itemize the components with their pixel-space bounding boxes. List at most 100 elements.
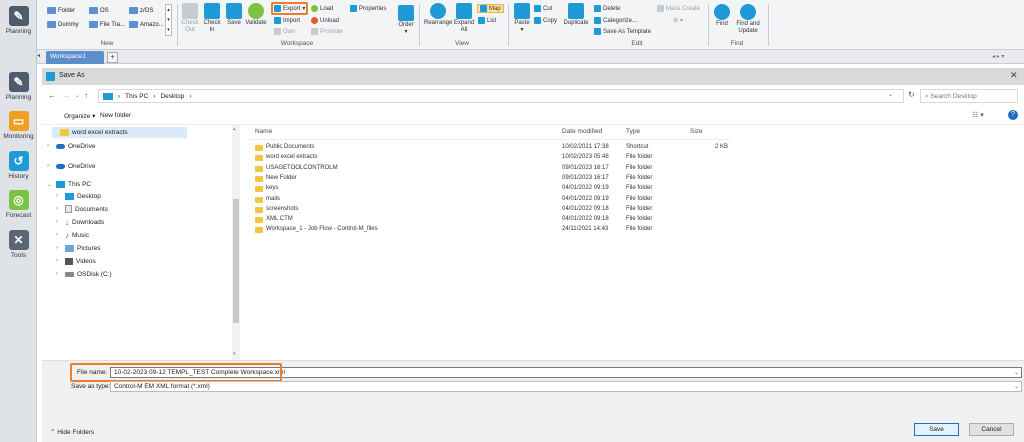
delete-button[interactable]: Delete [594, 4, 620, 13]
nav-history[interactable]: ↺ History [3, 151, 34, 180]
file-row[interactable]: keys 04/01/2022 09:19 File folder [250, 184, 730, 194]
file-row[interactable]: New Folder 09/01/2023 16:17 File folder [250, 174, 730, 184]
paste-icon [514, 3, 530, 19]
validate-button[interactable]: Validate [245, 3, 267, 27]
file-name: screenshots [266, 205, 299, 212]
organize-button[interactable]: Organize ▾ [64, 112, 95, 120]
tree-item-desktop[interactable]: › Desktop [56, 191, 101, 201]
tree-item-onedrive-1[interactable]: › OneDrive [47, 141, 95, 151]
find-and-update-button[interactable]: Find and Update [733, 4, 763, 35]
tree-item-this-pc[interactable]: ⌄ This PC [47, 179, 91, 189]
new-os-item[interactable]: OS [89, 6, 109, 15]
duplicate-button[interactable]: Duplicate [561, 3, 591, 27]
tab-scroll-arrows[interactable]: ◂ ▸ ▾ [992, 53, 1004, 60]
file-row[interactable]: mails 04/01/2022 09:19 File folder [250, 195, 730, 205]
own-button[interactable]: Own [274, 27, 295, 36]
refresh-icon[interactable]: ↻ [908, 90, 915, 99]
tree-item-osdisk[interactable]: › OSDisk (C:) [56, 269, 112, 279]
save-dialog-button[interactable]: Save [914, 423, 959, 436]
desktop-icon [65, 192, 74, 200]
file-row[interactable]: Public Documents 10/02/2021 17:38 Shortcut… [250, 143, 730, 153]
nav-monitoring[interactable]: ▭ Monitoring [3, 111, 34, 140]
this-pc-icon [56, 180, 65, 188]
search-input[interactable]: ⌕ Search Desktop [920, 89, 1018, 103]
check-in-button[interactable]: Check In [201, 3, 223, 34]
view-options-icon[interactable]: ☷ ▾ [972, 111, 984, 119]
tree-item-onedrive-2[interactable]: › OneDrive [47, 161, 95, 171]
address-dropdown-icon[interactable]: ⌄ [888, 91, 893, 98]
expand-all-button[interactable]: Expand All [453, 3, 475, 34]
collapse-arrow-icon[interactable]: ◂ [37, 52, 40, 59]
cancel-button[interactable]: Cancel [969, 423, 1014, 436]
tree-item-music[interactable]: › ♪ Music [56, 230, 89, 240]
column-date-modified[interactable]: Date modified [562, 128, 602, 135]
breadcrumb-desktop[interactable]: Desktop [160, 93, 184, 100]
help-icon[interactable]: ? [1008, 110, 1018, 120]
unload-button[interactable]: Unload [311, 16, 339, 25]
edit-more-dropdown[interactable]: ⚙ ▾ [673, 16, 683, 25]
file-row[interactable]: XML CTM 04/01/2022 09:18 File folder [250, 215, 730, 225]
nav-planning[interactable]: ✎ Planning [3, 72, 34, 101]
new-zos-item[interactable]: z/OS [129, 6, 153, 15]
file-size: 2 KB [715, 144, 729, 150]
recent-dropdown-icon[interactable]: ⌄ [75, 92, 80, 99]
column-type[interactable]: Type [626, 128, 640, 135]
file-row[interactable]: Workspace_1 - Job Flow - Control-M_files… [250, 225, 730, 235]
categorize-icon [594, 17, 601, 24]
save-button[interactable]: Save [223, 3, 245, 27]
file-name-highlight [70, 363, 282, 382]
file-row[interactable]: screenshots 04/01/2022 09:18 File folder [250, 205, 730, 215]
add-tab-button[interactable]: + [107, 52, 118, 63]
save-type-select[interactable]: Control-M EM XML format (*.xml) [110, 381, 1022, 392]
up-arrow-icon[interactable]: ↑ [84, 91, 88, 100]
paste-button[interactable]: Paste ▾ [511, 3, 533, 34]
nav-planning-top[interactable]: ✎ Planning [3, 6, 34, 35]
new-dummy-item[interactable]: Dummy [47, 20, 79, 29]
search-icon [714, 4, 730, 20]
tree-item-videos[interactable]: › Videos [56, 256, 96, 266]
file-row[interactable]: word excel extracts 10/02/2023 05:48 File … [250, 153, 730, 163]
list-view-button[interactable]: List [478, 16, 496, 25]
promote-button[interactable]: Promote [311, 27, 343, 36]
new-amazon-item[interactable]: Amazo... [129, 20, 164, 29]
map-view-button[interactable]: Map [477, 4, 504, 13]
new-filetransfer-item[interactable]: File Tra... [89, 20, 125, 29]
tab-workspace1[interactable]: Workspace1 [46, 51, 104, 64]
import-button[interactable]: Import [274, 16, 300, 25]
new-gallery-scroll[interactable]: ▴ ▾ ▾ [165, 4, 172, 36]
close-icon[interactable]: ✕ [1010, 70, 1018, 81]
nav-tools[interactable]: ✕ Tools [3, 230, 34, 259]
forward-arrow-icon[interactable]: → [62, 91, 70, 100]
categorize-button[interactable]: Categorize... [594, 16, 637, 25]
file-name-dropdown-icon[interactable]: ⌄ [1014, 369, 1019, 376]
breadcrumb-this-pc[interactable]: This PC [125, 93, 148, 100]
tree-item-pictures[interactable]: › Pictures [56, 243, 100, 253]
find-button[interactable]: Find [711, 4, 733, 28]
tree-item-documents[interactable]: › Documents [56, 204, 108, 214]
save-as-template-button[interactable]: Save As Template [594, 27, 651, 36]
nav-scrollbar[interactable]: ▴ ▾ [232, 125, 240, 360]
column-size[interactable]: Size [690, 128, 703, 135]
ribbon-separator [177, 4, 178, 46]
this-pc-icon [103, 92, 113, 100]
nav-forecast[interactable]: ◎ Forecast [3, 190, 34, 219]
new-folder-item[interactable]: Folder [47, 6, 75, 15]
cut-button[interactable]: Cut [534, 4, 552, 13]
new-folder-button[interactable]: New folder [100, 112, 131, 119]
column-name[interactable]: Name [255, 128, 272, 135]
save-type-dropdown-icon[interactable]: ⌄ [1014, 383, 1019, 390]
rearrange-button[interactable]: Rearrange [424, 3, 452, 27]
nav-scrollbar-thumb[interactable] [233, 199, 239, 323]
back-arrow-icon[interactable]: ← [48, 91, 56, 100]
hide-folders-button[interactable]: ⌃ Hide Folders [50, 428, 94, 436]
copy-button[interactable]: Copy [534, 16, 557, 25]
address-path[interactable]: › This PC › Desktop › [98, 89, 904, 103]
order-button[interactable]: Order ▾ [395, 5, 417, 36]
properties-button[interactable]: Properties [350, 4, 386, 13]
mass-create-button[interactable]: Mass Create [657, 4, 700, 13]
load-button[interactable]: Load [311, 4, 333, 13]
tree-item-word-excel[interactable]: word excel extracts [60, 127, 128, 137]
file-row[interactable]: USAGETOOLCONTROLM 09/01/2023 16:17 File fo… [250, 164, 730, 174]
tree-item-downloads[interactable]: › ↓ Downloads [56, 217, 104, 227]
check-out-button[interactable]: Check Out [179, 3, 201, 34]
